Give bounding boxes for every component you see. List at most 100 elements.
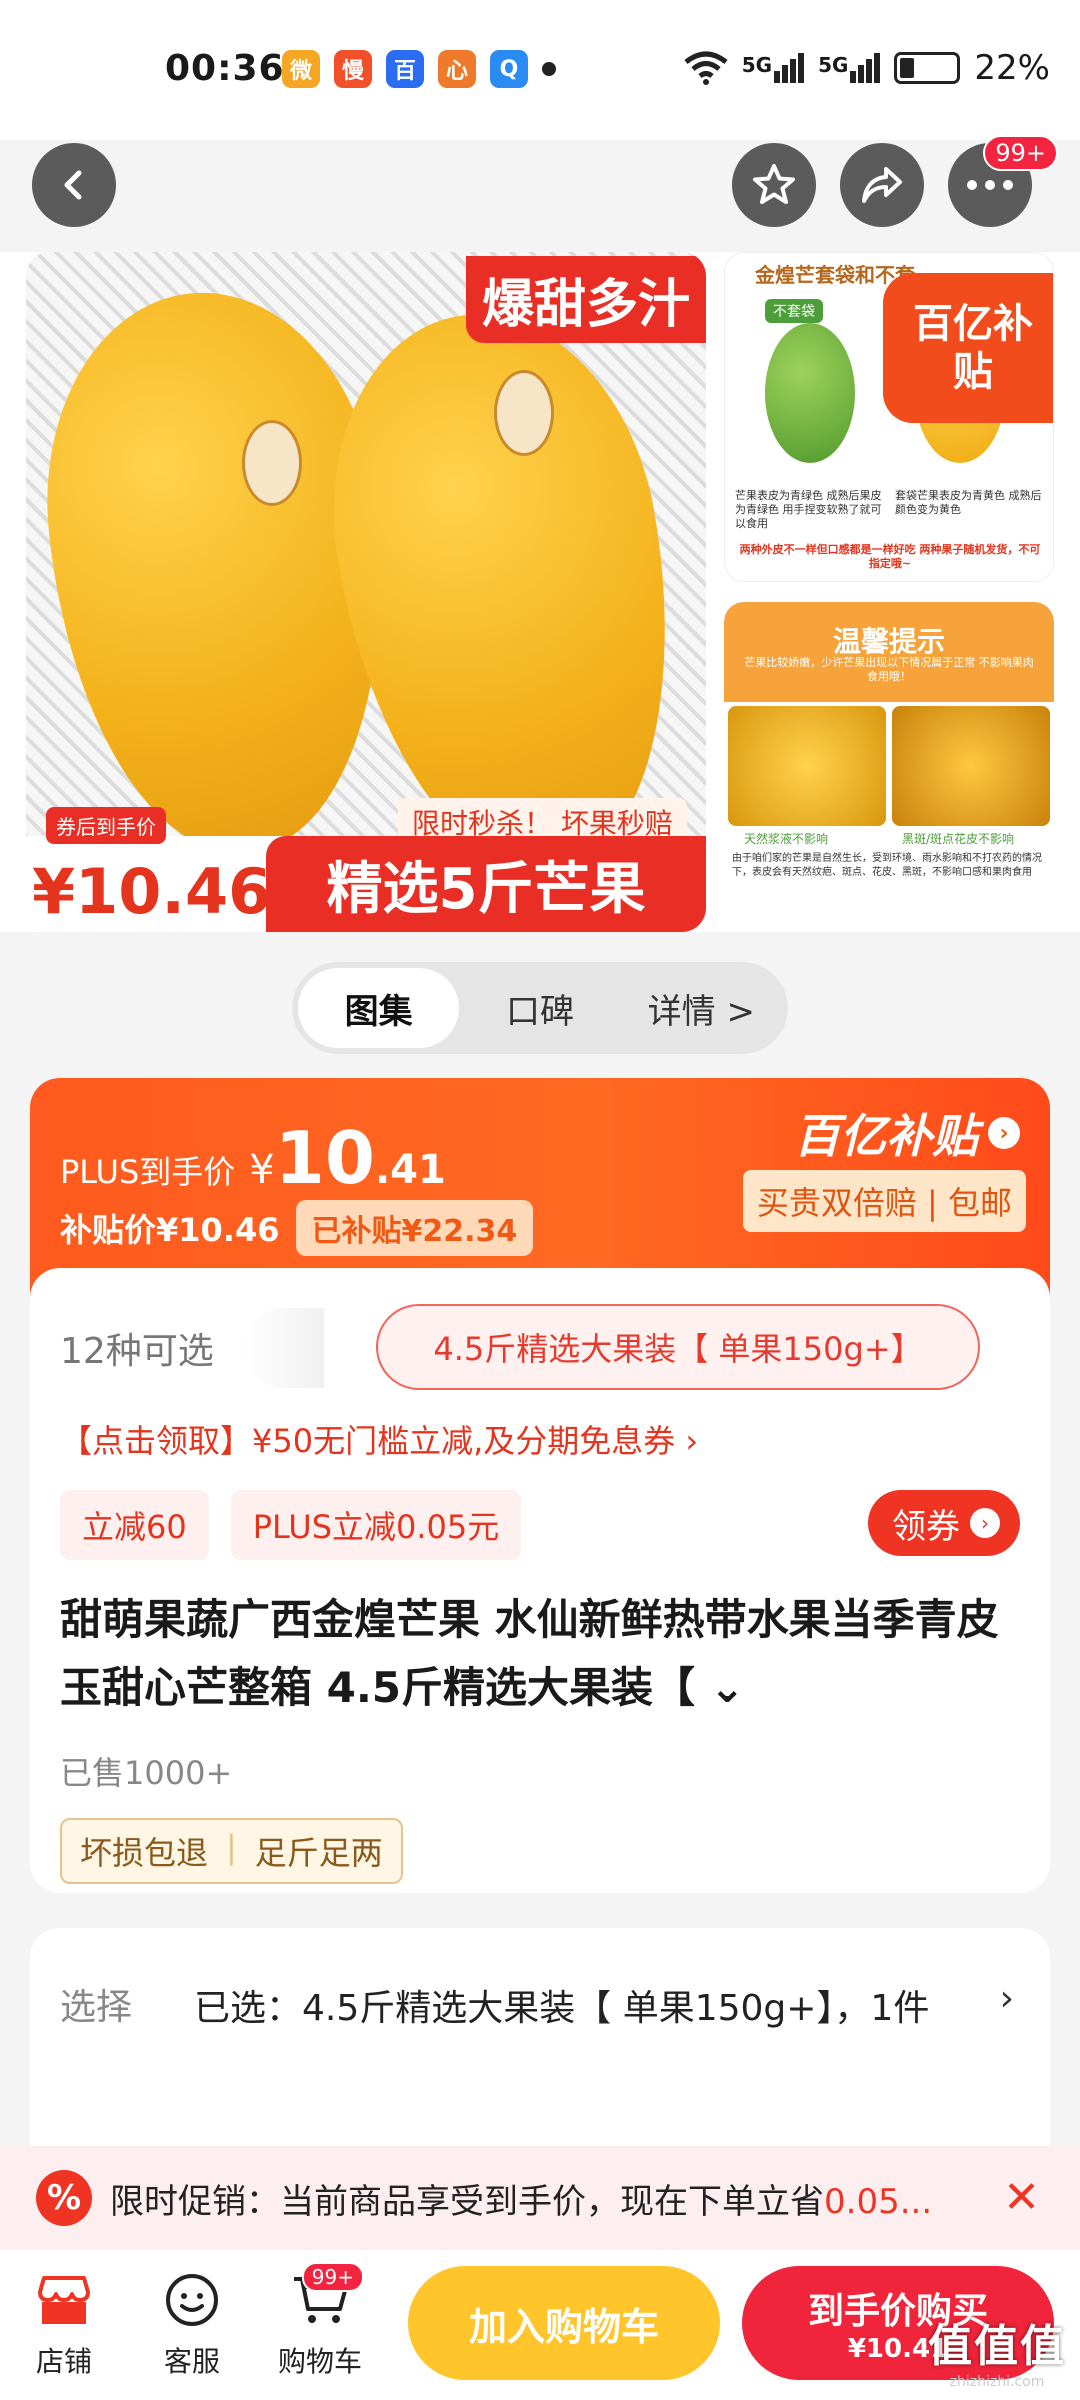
back-button[interactable] bbox=[32, 143, 116, 227]
thumb1-left-caption: 芒果表皮为青绿色 成熟后果皮为青绿色 用手捏变软熟了就可以食用 bbox=[735, 489, 882, 530]
signal-2-icon: 5G bbox=[818, 53, 881, 83]
promo-amount: 0.05... bbox=[824, 2181, 933, 2222]
selection-value: 已选：4.5斤精选大果装【 单果150g+】，1件 bbox=[194, 1988, 930, 2029]
discount-tag: 立减60 bbox=[60, 1490, 209, 1560]
gallery-tabs: 图集 口碑 详情 > bbox=[292, 962, 788, 1054]
store-button[interactable]: 店铺 bbox=[14, 2268, 114, 2380]
cart-icon: 99+ bbox=[288, 2262, 364, 2332]
close-icon[interactable]: ✕ bbox=[1003, 2172, 1040, 2223]
watermark: 值值值 zhizhizhi.com bbox=[928, 2310, 1066, 2390]
variant-thumbnail[interactable] bbox=[243, 1308, 324, 1388]
add-to-cart-button[interactable]: 加入购物车 bbox=[408, 2266, 720, 2380]
chat-icon bbox=[160, 2268, 224, 2332]
share-button[interactable] bbox=[840, 143, 924, 227]
juicy-badge: 爆甜多汁 bbox=[465, 256, 706, 343]
after-coupon-price: ¥10.46 bbox=[32, 855, 272, 928]
promo-text: 限时促销：当前商品享受到手价，现在下单立省0.05... bbox=[110, 2174, 980, 2223]
wifi-icon bbox=[684, 51, 728, 85]
weibo-icon: 微 bbox=[282, 50, 320, 88]
thumbnail-image-1[interactable]: 金煌芒套袋和不套 不套袋 芒果表皮为青绿色 成熟后果皮为青绿色 用手捏变软熟了就… bbox=[724, 252, 1054, 582]
star-icon bbox=[753, 164, 795, 204]
subsidized-amount: 已补贴¥22.34 bbox=[295, 1200, 534, 1256]
share-icon bbox=[862, 167, 902, 203]
variant-count: 12种可选 bbox=[60, 1331, 214, 1372]
promise-return: 坏损包退 bbox=[80, 1834, 209, 1872]
search-app-icon: Q bbox=[490, 50, 528, 88]
battery-percent: 22% bbox=[974, 48, 1050, 88]
subsidy-badge: 百亿补贴 bbox=[883, 273, 1053, 423]
get-coupon-button[interactable]: 领券 › bbox=[868, 1490, 1020, 1556]
status-indicators: 5G 5G 22% bbox=[684, 48, 1050, 88]
image-gallery[interactable]: 爆甜多汁 限时秒杀！ 坏果秒赔 精选5斤芒果 券后到手价 ¥10.46 金煌芒套… bbox=[0, 252, 1080, 932]
discount-tags: 立减60 PLUS立减0.05元 bbox=[60, 1490, 522, 1560]
coupon-claim-link[interactable]: 【点击领取】¥50无门槛立减,及分期免息券 › bbox=[60, 1416, 698, 1462]
tab-details[interactable]: 详情 > bbox=[621, 968, 782, 1048]
subsidy-logo: 百亿补贴 bbox=[794, 1109, 978, 1163]
chevron-right-icon: › bbox=[970, 1508, 1000, 1538]
chevron-right-icon: › bbox=[999, 1978, 1014, 2019]
after-coupon-label: 券后到手价 bbox=[46, 807, 166, 844]
favorite-button[interactable] bbox=[732, 143, 816, 227]
plus-price-decimal: .41 bbox=[374, 1147, 446, 1193]
mango-spot-image bbox=[892, 706, 1050, 826]
status-time: 00:36 bbox=[165, 48, 285, 89]
get-coupon-label: 领券 bbox=[892, 1506, 960, 1547]
network-label-2: 5G bbox=[818, 53, 849, 77]
subsidy-price: 补贴价¥10.46 bbox=[60, 1211, 280, 1249]
sticker-icon bbox=[494, 370, 554, 456]
thumb2-caption-2: 黑斑/斑点花皮不影响 bbox=[902, 832, 1015, 846]
variants-row[interactable]: 12种可选 bbox=[60, 1308, 324, 1388]
network-label-1: 5G bbox=[741, 53, 773, 77]
promo-banner[interactable]: % 限时促销：当前商品享受到手价，现在下单立省0.05... ✕ bbox=[0, 2146, 1080, 2250]
chevron-left-icon bbox=[64, 170, 82, 200]
bottom-action-bar: 店铺 客服 99+ 购物车 加入购物车 到手价购买 ¥10.41 值值值 zhi… bbox=[0, 2250, 1080, 2400]
mango-sap-image bbox=[728, 706, 886, 826]
cart-count-badge: 99+ bbox=[301, 2262, 364, 2292]
plus-price-label: PLUS到手价 bbox=[60, 1153, 236, 1191]
tab-gallery[interactable]: 图集 bbox=[298, 968, 460, 1048]
product-title[interactable]: 甜萌果蔬广西金煌芒果 水仙新鲜热带水果当季青皮玉甜心芒整箱 4.5斤精选大果装【… bbox=[60, 1586, 1020, 1722]
cart-button[interactable]: 99+ 购物车 bbox=[270, 2262, 370, 2380]
selected-variant-chip[interactable]: 4.5斤精选大果装【 单果150g+】 bbox=[376, 1304, 980, 1390]
discount-icon: % bbox=[36, 2170, 92, 2226]
chevron-right-icon: › bbox=[988, 1117, 1020, 1149]
plus-price: PLUS到手价 ¥ 10 .41 bbox=[60, 1116, 446, 1200]
promise-weight: 足斤足两 bbox=[254, 1834, 383, 1872]
baidu-icon: 百 bbox=[386, 50, 424, 88]
more-icon bbox=[967, 180, 1013, 190]
message-badge: 99+ bbox=[983, 135, 1058, 171]
thumb1-right-caption: 套袋芒果表皮为青黄色 成熟后颜色变为黄色 bbox=[895, 489, 1042, 516]
thumb2-caption-1: 天然浆液不影响 bbox=[744, 832, 829, 846]
promise-divider: | bbox=[226, 1828, 237, 1866]
selection-label: 选择 bbox=[60, 1987, 133, 2028]
battery-icon bbox=[894, 52, 961, 84]
customer-service-button[interactable]: 客服 bbox=[142, 2268, 242, 2380]
green-mango-image bbox=[765, 323, 855, 463]
notification-dot-icon bbox=[542, 62, 556, 76]
main-product-image[interactable]: 爆甜多汁 限时秒杀！ 坏果秒赔 精选5斤芒果 券后到手价 ¥10.46 bbox=[26, 252, 706, 932]
store-icon bbox=[32, 2268, 96, 2332]
signal-1-icon: 5G bbox=[741, 53, 805, 83]
subsidy-price-line: 补贴价¥10.46 已补贴¥22.34 bbox=[60, 1200, 534, 1256]
thumb2-body: 由于咱们家的芒果是自然生长，受到环境、雨水影响和不打农药的情况下，表皮会有天然纹… bbox=[732, 853, 1042, 878]
service-promises[interactable]: 坏损包退 | 足斤足两 bbox=[60, 1818, 403, 1884]
more-button[interactable]: 99+ bbox=[948, 135, 1058, 227]
thumbnail-image-2[interactable]: 温馨提示 芒果比较娇嫩，少许芒果出现以下情况属于正常 不影响果肉食用哦！ 天然浆… bbox=[724, 602, 1054, 932]
selection-row[interactable]: 选择 已选：4.5斤精选大果装【 单果150g+】，1件 › bbox=[30, 1928, 1050, 2168]
thumb2-subtitle: 芒果比较娇嫩，少许芒果出现以下情况属于正常 不影响果肉食用哦！ bbox=[744, 656, 1034, 683]
banner-text: 精选5斤芒果 bbox=[266, 836, 706, 932]
sticker-icon bbox=[242, 420, 302, 506]
plus-price-integer: 10 bbox=[274, 1116, 375, 1200]
app-icon: 慢 bbox=[334, 50, 372, 88]
tab-reviews[interactable]: 口碑 bbox=[459, 968, 620, 1048]
subsidy-program-link[interactable]: 百亿补贴 › bbox=[794, 1100, 1020, 1166]
plus-price-currency: ¥ bbox=[249, 1147, 275, 1193]
promo-message: 限时促销：当前商品享受到手价，现在下单立省 bbox=[110, 2181, 824, 2222]
customer-service-label: 客服 bbox=[163, 2345, 220, 2378]
thumb2-title: 温馨提示 bbox=[832, 625, 945, 658]
price-banner: PLUS到手价 ¥ 10 .41 补贴价¥10.46 已补贴¥22.34 百亿补… bbox=[30, 1078, 1050, 1298]
guarantee-tag: 买贵双倍赔 | 包邮 bbox=[742, 1170, 1026, 1232]
watermark-text: 值值值 bbox=[928, 2321, 1066, 2372]
app2-icon: 心 bbox=[438, 50, 476, 88]
product-info-card: 12种可选 4.5斤精选大果装【 单果150g+】 【点击领取】¥50无门槛立减… bbox=[30, 1268, 1050, 1893]
